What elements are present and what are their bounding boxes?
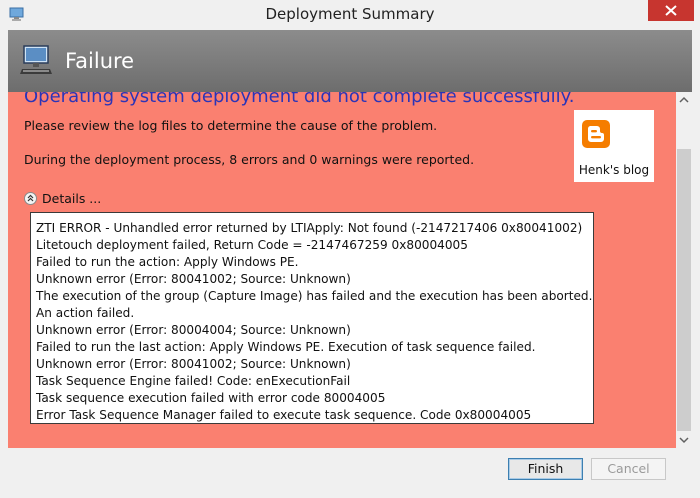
scroll-down-arrow-icon[interactable] (676, 432, 692, 448)
log-line: ZTI ERROR - Unhandled error returned by … (36, 221, 583, 235)
title-bar: Deployment Summary (0, 0, 700, 30)
log-line: Failed to run the last action: Apply Win… (36, 340, 536, 354)
status-title: Failure (65, 49, 135, 73)
log-line: Litetouch deployment failed, Return Code… (36, 238, 468, 252)
details-log[interactable]: ZTI ERROR - Unhandled error returned by … (30, 212, 594, 424)
blog-label: Henk's blog (578, 163, 650, 177)
details-toggle[interactable]: Details ... (24, 190, 101, 206)
log-line: Unknown error (Error: 80041002; Source: … (36, 272, 351, 286)
error-count-message: During the deployment process, 8 errors … (24, 152, 475, 167)
blogger-icon (582, 120, 610, 148)
log-line: Failed to run the action: Apply Windows … (36, 255, 299, 269)
log-line: Error Task Sequence Manager failed to ex… (36, 408, 532, 422)
scroll-thumb[interactable] (677, 149, 691, 431)
log-line: Task sequence execution failed with erro… (36, 391, 386, 405)
review-message: Please review the log files to determine… (24, 118, 438, 133)
log-line: Task Sequence Engine failed! Code: enExe… (36, 374, 351, 388)
cancel-button[interactable]: Cancel (591, 458, 666, 480)
details-label: Details ... (42, 190, 102, 206)
window-title: Deployment Summary (265, 5, 435, 23)
deployment-summary-window: Deployment Summary Failure Operating sys… (0, 0, 700, 498)
status-header: Failure (8, 30, 692, 92)
blog-badge[interactable]: Henk's blog (574, 110, 654, 182)
log-line: The execution of the group (Capture Imag… (36, 289, 593, 303)
collapse-chevron-icon (24, 191, 37, 205)
scroll-up-arrow-icon[interactable] (676, 92, 692, 108)
summary-content: Operating system deployment did not comp… (8, 92, 676, 448)
log-line: Unknown error (Error: 80004004; Source: … (36, 323, 351, 337)
vertical-scrollbar[interactable] (676, 92, 692, 448)
result-headline: Operating system deployment did not comp… (24, 92, 575, 107)
computer-icon (20, 44, 54, 76)
close-icon (665, 5, 677, 16)
dialog-footer: Finish Cancel (8, 448, 692, 490)
window-frame-bottom (0, 490, 700, 498)
log-line: Unknown error (Error: 80041002; Source: … (36, 357, 351, 371)
close-button[interactable] (648, 0, 694, 21)
finish-button[interactable]: Finish (508, 458, 583, 480)
log-line: An action failed. (36, 306, 135, 320)
